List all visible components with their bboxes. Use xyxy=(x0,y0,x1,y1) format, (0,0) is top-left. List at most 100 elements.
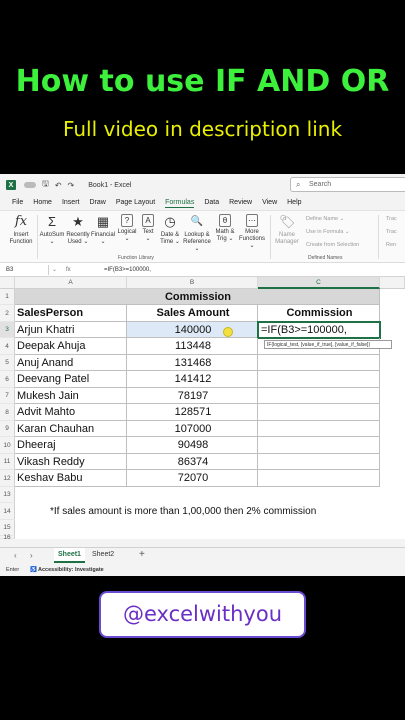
commission-note[interactable]: *If sales amount is more than 1,00,000 t… xyxy=(48,503,388,520)
cell-sales-amount[interactable]: 107000 xyxy=(127,421,258,437)
cell-salesperson[interactable]: Deepak Ahuja xyxy=(15,338,127,355)
cell-salesperson[interactable]: Keshav Babu xyxy=(15,470,127,487)
cell-commission[interactable] xyxy=(258,421,380,437)
cell-sales-amount[interactable]: 128571 xyxy=(127,404,258,421)
next-sheet-icon[interactable]: › xyxy=(30,551,33,560)
row-header[interactable]: 6 xyxy=(0,371,15,388)
row-header[interactable]: 10 xyxy=(0,437,15,454)
row-header[interactable]: 11 xyxy=(0,454,15,470)
tab-home[interactable]: Home xyxy=(33,199,52,207)
tab-page-layout[interactable]: Page Layout xyxy=(116,199,155,207)
math-trig-button[interactable]: θ Math & Trig ⌄ xyxy=(213,214,237,243)
tab-file[interactable]: File xyxy=(12,199,23,207)
cell-commission[interactable] xyxy=(258,404,380,421)
lookup-reference-button[interactable]: 🔍 Lookup & Reference ⌄ xyxy=(181,214,213,253)
cell-commission[interactable] xyxy=(258,371,380,388)
cell-salesperson[interactable]: Anuj Anand xyxy=(15,355,127,371)
tab-sheet2[interactable]: Sheet2 xyxy=(88,548,118,563)
cell-salesperson[interactable]: Advit Mahto xyxy=(15,404,127,421)
tab-review[interactable]: Review xyxy=(229,199,252,207)
row-header[interactable]: 4 xyxy=(0,338,15,355)
trace-precedents-item[interactable]: Trac xyxy=(386,216,397,222)
redo-icon[interactable]: ↷ xyxy=(68,181,75,190)
name-box-chevron-icon[interactable]: ⌄ xyxy=(52,265,57,275)
tab-formulas[interactable]: Formulas xyxy=(165,199,195,208)
use-in-formula-item[interactable]: Use in Formula ⌄ xyxy=(306,229,349,235)
more-functions-button[interactable]: ⋯ More Functions ⌄ xyxy=(236,214,268,250)
table-title[interactable]: Commission xyxy=(15,289,380,305)
header-commission[interactable]: Commission xyxy=(258,305,380,322)
trace-dependents-item[interactable]: Trac xyxy=(386,229,397,235)
cell-sales-amount[interactable]: 140000 xyxy=(127,322,258,338)
save-icon[interactable]: 🖫 xyxy=(42,178,49,192)
row-header[interactable]: 9 xyxy=(0,421,15,437)
row-header[interactable]: 8 xyxy=(0,404,15,421)
cell-sales-amount[interactable]: 86374 xyxy=(127,454,258,470)
remove-arrows-item[interactable]: Ren xyxy=(386,242,396,248)
cell-sales-amount[interactable]: 90498 xyxy=(127,437,258,454)
cell-commission-editing[interactable]: =IF(B3>=100000, xyxy=(257,321,381,339)
cell-commission[interactable] xyxy=(258,470,380,487)
row-header[interactable]: 16 xyxy=(0,534,15,541)
cell-commission[interactable] xyxy=(258,355,380,371)
cell-sales-amount[interactable]: 113448 xyxy=(127,338,258,355)
tab-help[interactable]: Help xyxy=(287,199,301,207)
prev-sheet-icon[interactable]: ‹ xyxy=(14,551,17,560)
cell-salesperson[interactable]: Arjun Khatri xyxy=(15,322,127,338)
header-salesperson[interactable]: SalesPerson xyxy=(15,305,127,322)
tab-view[interactable]: View xyxy=(262,199,277,207)
tab-draw[interactable]: Draw xyxy=(89,199,105,207)
cell-sales-amount[interactable]: 141412 xyxy=(127,371,258,388)
row-header[interactable]: 7 xyxy=(0,388,15,404)
row-header[interactable]: 12 xyxy=(0,470,15,487)
create-from-selection-item[interactable]: Create from Selection xyxy=(306,242,359,248)
cell-sales-amount[interactable]: 72070 xyxy=(127,470,258,487)
cell-salesperson[interactable]: Dheeraj xyxy=(15,437,127,454)
cell-sales-amount[interactable]: 131468 xyxy=(127,355,258,371)
row-header[interactable]: 14 xyxy=(0,503,15,520)
name-manager-button[interactable]: 🏷 Name Manager xyxy=(273,214,301,246)
row-header[interactable]: 13 xyxy=(0,487,15,503)
cell-salesperson[interactable]: Karan Chauhan xyxy=(15,421,127,437)
formula-input[interactable]: =IF(B3>=100000, xyxy=(104,265,151,275)
math-trig-label-2: Trig ⌄ xyxy=(216,236,234,242)
insert-function-button[interactable]: fx Insert Function xyxy=(6,214,36,246)
autosum-button[interactable]: Σ AutoSum ⌄ xyxy=(38,214,66,246)
financial-button[interactable]: ▦ Financial ⌄ xyxy=(90,214,116,246)
cell-salesperson[interactable]: Deevang Patel xyxy=(15,371,127,388)
tab-insert[interactable]: Insert xyxy=(62,199,80,207)
row-header[interactable]: 1 xyxy=(0,289,15,305)
logical-button[interactable]: ? Logical ⌄ xyxy=(115,214,139,243)
column-header-b[interactable]: B xyxy=(127,277,258,289)
clock-icon: ◷ xyxy=(164,214,176,229)
text-button[interactable]: A Text ⌄ xyxy=(138,214,158,243)
tab-sheet1[interactable]: Sheet1 xyxy=(54,548,85,563)
row-header[interactable]: 5 xyxy=(0,355,15,371)
date-time-button[interactable]: ◷ Date & Time ⌄ xyxy=(157,214,183,246)
fx-button[interactable]: fx xyxy=(66,265,71,275)
add-sheet-icon[interactable]: + xyxy=(139,549,145,560)
undo-icon[interactable]: ↶ xyxy=(55,181,62,190)
cell-commission[interactable] xyxy=(258,388,380,404)
row-header[interactable]: 2 xyxy=(0,305,15,322)
cell-commission[interactable] xyxy=(258,454,380,470)
column-header-c[interactable]: C xyxy=(258,277,380,289)
recently-used-button[interactable]: ★ Recently Used ⌄ xyxy=(64,214,92,246)
header-sales-amount[interactable]: Sales Amount xyxy=(127,305,258,322)
accessibility-status[interactable]: Accessibility: Investigate xyxy=(38,565,104,576)
cell-salesperson[interactable]: Vikash Reddy xyxy=(15,454,127,470)
select-all-corner[interactable] xyxy=(0,277,15,289)
define-name-item[interactable]: Define Name ⌄ xyxy=(306,216,344,222)
cell-sales-amount[interactable]: 78197 xyxy=(127,388,258,404)
autosum-label: AutoSum xyxy=(39,232,65,238)
excel-window: X 🖫 ↶ ↷ Book1 - Excel ⌕ Search File Home… xyxy=(0,174,405,576)
row-header[interactable]: 3 xyxy=(0,322,15,338)
column-header-d[interactable] xyxy=(380,277,405,289)
search-box[interactable]: ⌕ Search xyxy=(290,177,405,192)
cell-salesperson[interactable]: Mukesh Jain xyxy=(15,388,127,404)
autosave-toggle[interactable] xyxy=(24,182,36,188)
cell-commission[interactable] xyxy=(258,437,380,454)
tab-data[interactable]: Data xyxy=(204,199,219,207)
name-box[interactable]: B3 xyxy=(3,265,49,275)
column-header-a[interactable]: A xyxy=(15,277,127,289)
